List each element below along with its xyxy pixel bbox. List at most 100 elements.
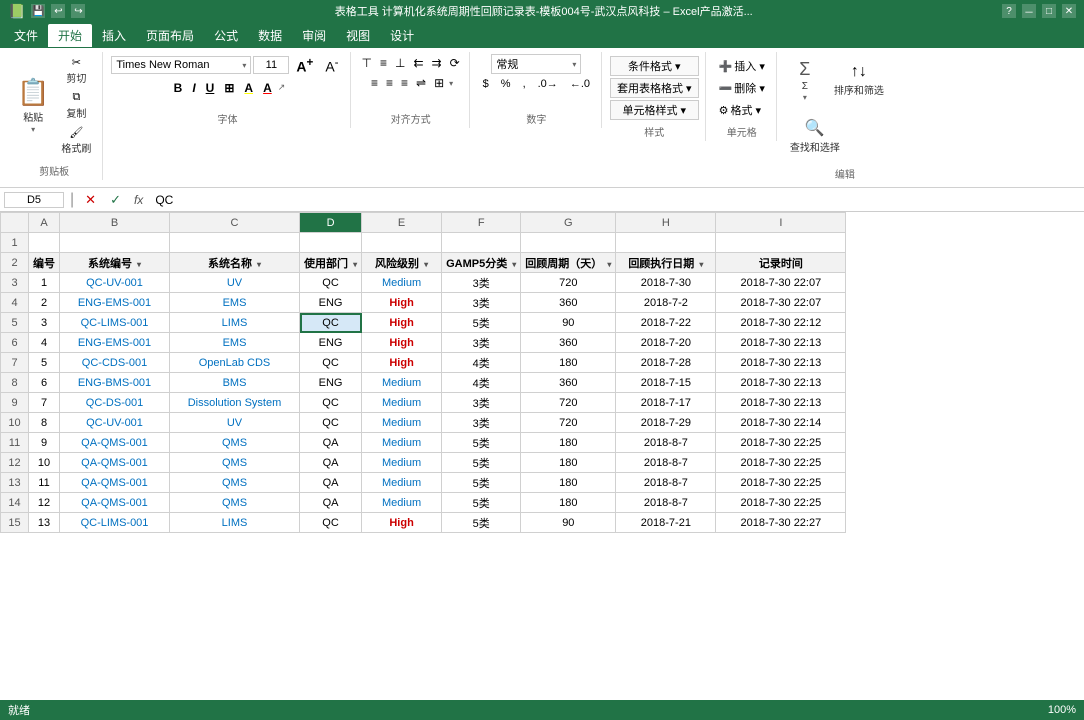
cell-5-B[interactable]: QC-LIMS-001 — [60, 313, 170, 333]
cell-13-H[interactable]: 2018-8-7 — [616, 473, 716, 493]
cell-5-F[interactable]: 5类 — [442, 313, 521, 333]
header-cell-B[interactable]: 系统编号 ▾ — [60, 253, 170, 273]
cell-11-C[interactable]: QMS — [170, 433, 300, 453]
cell-15-D[interactable]: QC — [300, 513, 362, 533]
cell-8-H[interactable]: 2018-7-15 — [616, 373, 716, 393]
col-header-I[interactable]: I — [716, 213, 846, 233]
cell-12-B[interactable]: QA-QMS-001 — [60, 453, 170, 473]
cell-9-E[interactable]: Medium — [362, 393, 442, 413]
cell-10-F[interactable]: 3类 — [442, 413, 521, 433]
cell-5-E[interactable]: High — [362, 313, 442, 333]
cell-11-I[interactable]: 2018-7-30 22:25 — [716, 433, 846, 453]
col-header-F[interactable]: F — [442, 213, 521, 233]
cell-1-G[interactable] — [521, 233, 616, 253]
cell-13-G[interactable]: 180 — [521, 473, 616, 493]
cell-8-D[interactable]: ENG — [300, 373, 362, 393]
cell-14-F[interactable]: 5类 — [442, 493, 521, 513]
sheet-container[interactable]: A B C D E F G H I 1 — [0, 212, 1084, 700]
cell-3-B[interactable]: QC-UV-001 — [60, 273, 170, 293]
cell-6-A[interactable]: 4 — [29, 333, 60, 353]
cell-1-A[interactable] — [29, 233, 60, 253]
cell-8-G[interactable]: 360 — [521, 373, 616, 393]
cell-5-H[interactable]: 2018-7-22 — [616, 313, 716, 333]
cell-3-C[interactable]: UV — [170, 273, 300, 293]
cell-9-B[interactable]: QC-DS-001 — [60, 393, 170, 413]
bold-button[interactable]: B — [170, 79, 187, 97]
delete-cells-btn[interactable]: ➖ 删除 ▾ — [714, 78, 770, 98]
cell-9-I[interactable]: 2018-7-30 22:13 — [716, 393, 846, 413]
cell-3-I[interactable]: 2018-7-30 22:07 — [716, 273, 846, 293]
cell-4-F[interactable]: 3类 — [442, 293, 521, 313]
decrease-decimal-btn[interactable]: ←.0 — [565, 76, 595, 92]
cell-10-A[interactable]: 8 — [29, 413, 60, 433]
cell-11-E[interactable]: Medium — [362, 433, 442, 453]
col-header-H[interactable]: H — [616, 213, 716, 233]
cell-7-D[interactable]: QC — [300, 353, 362, 373]
filter-C-icon[interactable]: ▾ — [257, 260, 261, 269]
increase-decimal-btn[interactable]: .0→ — [533, 76, 563, 92]
cell-1-H[interactable] — [616, 233, 716, 253]
menu-formula[interactable]: 公式 — [204, 24, 248, 47]
cell-6-F[interactable]: 3类 — [442, 333, 521, 353]
cell-5-G[interactable]: 90 — [521, 313, 616, 333]
menu-layout[interactable]: 页面布局 — [136, 24, 204, 47]
cell-1-I[interactable] — [716, 233, 846, 253]
number-format-box[interactable]: 常规 ▾ — [491, 54, 581, 74]
left-align-btn[interactable]: ≡ — [368, 74, 381, 92]
cell-15-F[interactable]: 5类 — [442, 513, 521, 533]
header-cell-E[interactable]: 风险级别 ▾ — [362, 253, 442, 273]
indent-increase-btn[interactable]: ⇉ — [429, 54, 445, 72]
cell-13-E[interactable]: Medium — [362, 473, 442, 493]
filter-D-icon[interactable]: ▾ — [353, 260, 357, 269]
cell-13-I[interactable]: 2018-7-30 22:25 — [716, 473, 846, 493]
col-header-B[interactable]: B — [60, 213, 170, 233]
cell-10-E[interactable]: Medium — [362, 413, 442, 433]
col-header-D[interactable]: D — [300, 213, 362, 233]
cell-14-A[interactable]: 12 — [29, 493, 60, 513]
cell-12-A[interactable]: 10 — [29, 453, 60, 473]
cell-10-G[interactable]: 720 — [521, 413, 616, 433]
cell-12-G[interactable]: 180 — [521, 453, 616, 473]
cell-9-A[interactable]: 7 — [29, 393, 60, 413]
sum-btn[interactable]: Σ Σ ▾ — [785, 54, 825, 106]
cell-11-B[interactable]: QA-QMS-001 — [60, 433, 170, 453]
cell-13-D[interactable]: QA — [300, 473, 362, 493]
cell-1-E[interactable] — [362, 233, 442, 253]
indent-decrease-btn[interactable]: ⇇ — [410, 54, 426, 72]
cancel-formula-btn[interactable]: ✕ — [80, 190, 101, 210]
cell-1-D[interactable] — [300, 233, 362, 253]
cell-5-C[interactable]: LIMS — [170, 313, 300, 333]
cell-12-H[interactable]: 2018-8-7 — [616, 453, 716, 473]
close-btn[interactable]: ✕ — [1062, 4, 1076, 18]
minimize-btn[interactable]: － — [1022, 4, 1036, 18]
cell-4-H[interactable]: 2018-7-2 — [616, 293, 716, 313]
cell-5-A[interactable]: 3 — [29, 313, 60, 333]
col-header-C[interactable]: C — [170, 213, 300, 233]
cell-12-I[interactable]: 2018-7-30 22:25 — [716, 453, 846, 473]
cell-7-H[interactable]: 2018-7-28 — [616, 353, 716, 373]
table-format-btn[interactable]: 套用表格格式 ▾ — [610, 78, 699, 98]
cell-3-G[interactable]: 720 — [521, 273, 616, 293]
cell-7-E[interactable]: High — [362, 353, 442, 373]
cell-4-B[interactable]: ENG-EMS-001 — [60, 293, 170, 313]
cut-button[interactable]: ✂ 剪切 — [56, 54, 96, 87]
cell-6-D[interactable]: ENG — [300, 333, 362, 353]
sort-filter-btn[interactable]: ↑↓ 排序和筛选 — [829, 54, 889, 106]
cell-15-I[interactable]: 2018-7-30 22:27 — [716, 513, 846, 533]
col-header-E[interactable]: E — [362, 213, 442, 233]
border-button[interactable]: ⊞ — [220, 79, 238, 97]
merge-cells-btn[interactable]: ⊞ — [431, 74, 447, 92]
cell-7-C[interactable]: OpenLab CDS — [170, 353, 300, 373]
help-btn[interactable]: ? — [1002, 4, 1016, 18]
header-cell-D[interactable]: 使用部门 ▾ — [300, 253, 362, 273]
menu-view[interactable]: 视图 — [336, 24, 380, 47]
cell-6-H[interactable]: 2018-7-20 — [616, 333, 716, 353]
undo-quick-btn[interactable]: ↩ — [51, 4, 65, 18]
cell-15-H[interactable]: 2018-7-21 — [616, 513, 716, 533]
cell-4-C[interactable]: EMS — [170, 293, 300, 313]
middle-align-btn[interactable]: ≡ — [377, 54, 390, 72]
cell-13-B[interactable]: QA-QMS-001 — [60, 473, 170, 493]
menu-home[interactable]: 开始 — [48, 24, 92, 47]
increase-font-btn[interactable]: A+ — [291, 54, 318, 77]
cell-9-C[interactable]: Dissolution System — [170, 393, 300, 413]
